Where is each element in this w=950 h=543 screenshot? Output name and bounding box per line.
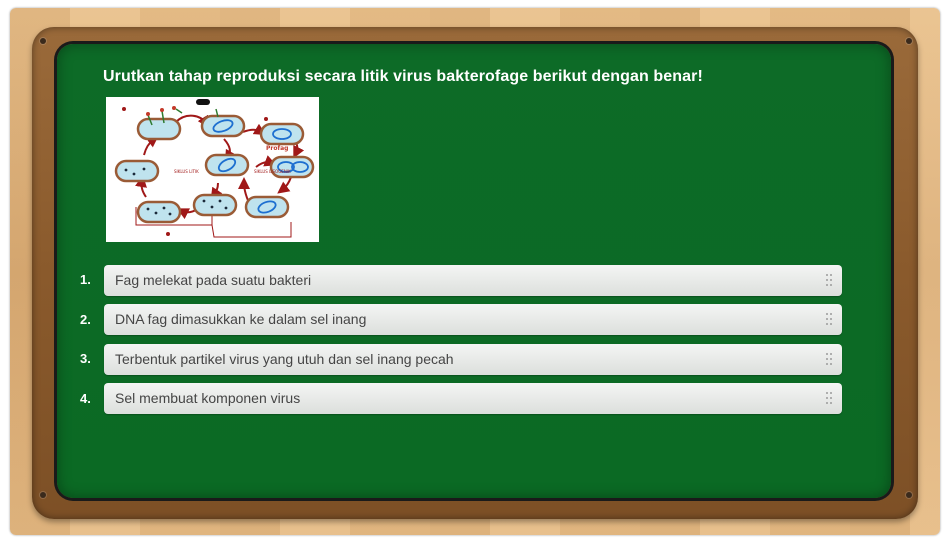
lysogenic-cycle-label: SIKLUS LISOGENIK bbox=[254, 169, 291, 174]
item-text: DNA fag dimasukkan ke dalam sel inang bbox=[115, 311, 367, 327]
screw-icon bbox=[906, 492, 912, 498]
item-text: Terbentuk partikel virus yang utuh dan s… bbox=[115, 351, 454, 367]
item-number: 4. bbox=[80, 391, 91, 406]
screw-icon bbox=[40, 492, 46, 498]
item-text: Fag melekat pada suatu bakteri bbox=[115, 272, 312, 288]
item-number: 3. bbox=[80, 351, 91, 366]
sortable-item-1[interactable]: Fag melekat pada suatu bakteri bbox=[104, 265, 842, 296]
sortable-item-2[interactable]: DNA fag dimasukkan ke dalam sel inang bbox=[104, 304, 842, 335]
screw-icon bbox=[40, 38, 46, 44]
drag-handle-icon[interactable] bbox=[825, 352, 833, 366]
item-number: 1. bbox=[80, 272, 91, 287]
item-number: 2. bbox=[80, 312, 91, 327]
phage-cycle-illustration: SIKLUS LITIK SIKLUS LISOGENIK Profag bbox=[114, 99, 315, 238]
item-text: Sel membuat komponen virus bbox=[115, 390, 301, 406]
sortable-item-3[interactable]: Terbentuk partikel virus yang utuh dan s… bbox=[104, 344, 842, 375]
drag-handle-icon[interactable] bbox=[825, 391, 833, 405]
sortable-item-4[interactable]: Sel membuat komponen virus bbox=[104, 383, 842, 414]
screw-icon bbox=[906, 38, 912, 44]
phage-cycle-diagram: SIKLUS LITIK SIKLUS LISOGENIK Profag bbox=[106, 97, 319, 242]
drag-handle-icon[interactable] bbox=[825, 312, 833, 326]
question-text: Urutkan tahap reproduksi secara litik vi… bbox=[103, 68, 703, 85]
drag-handle-icon[interactable] bbox=[825, 273, 833, 287]
prophage-label: Profag bbox=[266, 145, 288, 152]
lytic-cycle-label: SIKLUS LITIK bbox=[174, 169, 199, 174]
